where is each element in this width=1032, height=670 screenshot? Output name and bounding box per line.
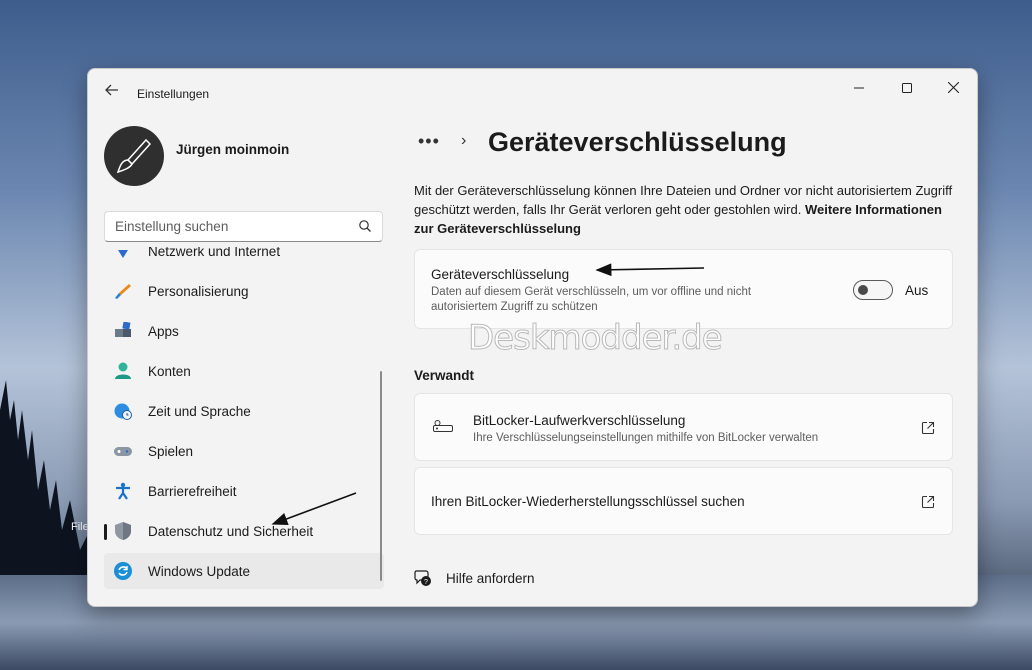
apps-icon [115,322,131,337]
selection-indicator [104,524,107,540]
sidebar-item-label: Apps [148,324,179,339]
search-input[interactable]: Einstellung suchen [104,211,383,242]
shield-icon [115,522,131,540]
sidebar-item-label: Konten [148,364,191,379]
sidebar-item-label: Zeit und Sprache [148,404,251,419]
breadcrumb-chevron-icon: › [461,132,467,149]
gamepad-icon [114,447,132,456]
encryption-toggle[interactable] [853,280,893,300]
app-title: Einstellungen [137,87,210,101]
network-icon [118,250,128,258]
page-description: Mit der Geräteverschlüsselung können Ihr… [414,181,954,238]
sidebar-nav: Netzwerk und Internet Personalisierung A… [104,247,384,597]
encryption-title: Geräteverschlüsselung [431,267,570,282]
sidebar-item-netzwerk[interactable]: Netzwerk und Internet [104,247,384,269]
brush-icon [115,284,131,299]
search-placeholder: Einstellung suchen [115,219,229,234]
page-title: Geräteverschlüsselung [488,127,787,157]
svg-text:?: ? [424,579,428,586]
sidebar-scrollbar[interactable] [380,371,382,581]
bitlocker-card[interactable]: BitLocker-Laufwerkverschlüsselung Ihre V… [414,393,953,461]
sidebar-item-label: Datenschutz und Sicherheit [148,524,314,539]
help-link[interactable]: ? Hilfe anfordern [414,569,535,592]
user-name: Jürgen moinmoin [176,142,290,157]
maximize-button[interactable] [887,73,927,103]
sidebar-item-windows-update[interactable]: Windows Update [104,553,384,589]
sidebar-item-konten[interactable]: Konten [104,353,384,389]
sidebar-item-spielen[interactable]: Spielen [104,433,384,469]
sidebar-item-zeit[interactable]: Zeit und Sprache [104,393,384,429]
sidebar-item-label: Spielen [148,444,194,459]
paintbrush-icon [116,138,152,174]
drive-lock-icon [433,420,453,432]
recovery-key-title: Ihren BitLocker-Wiederherstellungsschlüs… [431,494,745,509]
encryption-subtitle-line1: Daten auf diesem Gerät verschlüsseln, um… [431,286,752,298]
title-bar: Einstellungen [88,69,977,117]
update-icon [114,562,132,580]
globe-clock-icon [114,403,132,420]
help-label: Hilfe anfordern [446,571,535,586]
settings-window: Einstellungen Jürgen moinmoin Einstellun… [87,68,978,607]
sidebar-item-datenschutz[interactable]: Datenschutz und Sicherheit [104,513,384,549]
sidebar-item-label: Barrierefreiheit [148,484,237,499]
toggle-state-label: Aus [905,283,929,298]
minimize-button[interactable] [839,73,879,103]
related-heading: Verwandt [414,368,475,383]
sidebar-item-personalisierung[interactable]: Personalisierung [104,273,384,309]
bitlocker-title: BitLocker-Laufwerkverschlüsselung [473,413,686,428]
help-icon: ? [414,570,431,586]
sidebar-item-barrierefreiheit[interactable]: Barrierefreiheit [104,473,384,509]
close-button[interactable] [933,73,973,103]
recovery-key-card[interactable]: Ihren BitLocker-Wiederherstellungsschlüs… [414,467,953,535]
encryption-subtitle-line2: autorisiertem Zugriff zu schützen [431,301,598,313]
search-icon[interactable] [358,219,372,233]
back-arrow-icon[interactable] [102,83,122,103]
bitlocker-subtitle: Ihre Verschlüsselungseinstellungen mithi… [473,432,819,444]
sidebar-item-label: Windows Update [148,564,251,579]
sidebar-item-label: Netzwerk und Internet [148,247,281,259]
watermark: Deskmodder.de [468,318,724,359]
avatar[interactable] [104,126,164,186]
accessibility-icon [116,482,130,500]
sidebar-item-label: Personalisierung [148,284,249,299]
encryption-card: Geräteverschlüsselung Daten auf diesem G… [414,249,953,329]
encryption-subtitle: Daten auf diesem Gerät verschlüsseln, um… [431,285,751,315]
external-link-icon [921,495,935,509]
sidebar-item-apps[interactable]: Apps [104,313,384,349]
account-icon [115,362,131,379]
breadcrumb-overflow[interactable]: ••• [418,131,440,152]
external-link-icon [921,421,935,435]
toggle-knob [858,285,868,295]
